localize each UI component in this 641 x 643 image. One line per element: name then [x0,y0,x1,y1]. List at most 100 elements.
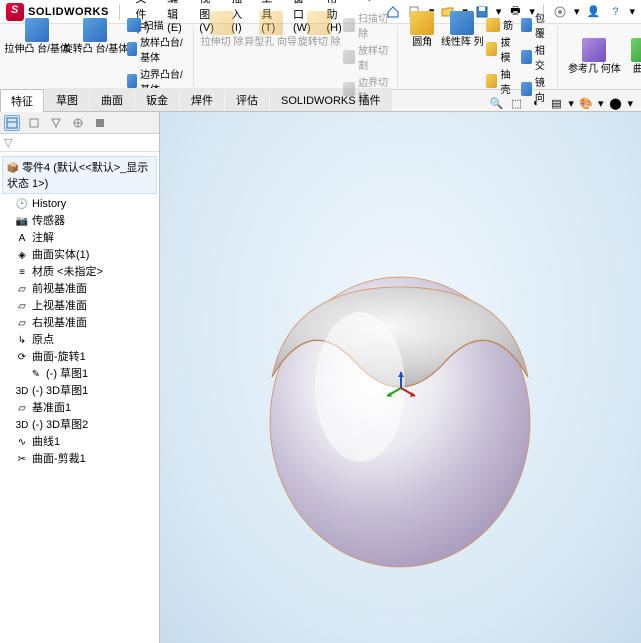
draft-button[interactable]: 拔模 [484,33,518,65]
tree-item[interactable]: A 注解 [2,230,157,247]
boss-stack: 扫描 放样凸台/基体 边界凸台/基体 [125,16,189,97]
tree-item-label: 右视基准面 [32,316,87,331]
3d-icon: 3D [16,420,28,432]
tab-surfaces[interactable]: 曲面 [90,88,134,111]
tree-item[interactable]: ◈曲面实体(1) [2,247,157,264]
fillet-icon [410,11,434,35]
cut-loft-icon [343,50,355,64]
extrude-boss-button[interactable]: 拉伸凸 台/基体 [8,16,66,97]
sweep-button[interactable]: 扫描 [125,16,189,33]
tree-item[interactable]: ↳原点 [2,332,157,349]
3d-icon: 3D [16,386,28,398]
zoom-fit-icon[interactable]: 🔍 [488,95,504,111]
mat-icon: ≡ [16,267,28,279]
group-features: 圆角 线性阵 列 筋 拔模 抽壳 包覆 相交 镜向 [400,26,558,87]
intersect-icon [521,50,532,64]
shell-button[interactable]: 抽壳 [484,65,518,97]
feature-tree-tab-icon[interactable] [4,115,20,131]
tree-item-label: 注解 [32,231,54,246]
main-area: ▽ 📦 零件4 (默认<<默认>_显示状态 1>) 🕑History 📷 传感器 A注… [0,112,641,643]
fillet-button[interactable]: 圆角 [404,9,440,105]
rib-button[interactable]: 筋 [484,16,518,33]
tree-item[interactable]: ▱ 基准面1 [2,400,157,417]
plane-icon: ▱ [16,318,28,330]
ribbon-right: 参考几 何体 曲线 Instant3D [560,26,641,87]
scene-icon[interactable]: ⬤ [607,95,623,111]
graphics-viewport[interactable] [160,112,641,643]
plane-icon: ▱ [16,284,28,296]
sensor-icon: 📷 [16,216,28,228]
loft-button[interactable]: 放样凸台/基体 [125,33,189,65]
ribbon: 拉伸凸 台/基体 旋转凸 台/基体 扫描 放样凸台/基体 边界凸台/基体 拉伸切… [0,24,641,90]
user-icon[interactable]: 👤 [585,4,601,20]
tree-item-label: 曲面-旋转1 [32,350,86,365]
revolve-icon [83,18,107,42]
group-cut: 拉伸切 除 异型孔 向导 旋转切 除 扫描切除 放样切割 边界切除 [196,26,398,87]
view-orientation-icon[interactable]: ⬚ [508,95,524,111]
plane-icon: ▱ [16,403,28,415]
section-view-icon[interactable]: ▤ [548,95,564,111]
tree-item[interactable]: ∿曲线1 [2,434,157,451]
feat-stack1: 筋 拔模 抽壳 [484,9,518,105]
display-tab-icon[interactable] [92,115,108,131]
tree-item[interactable]: 3D (-) 3D草图1 [2,383,157,400]
solidworks-icon [6,3,24,21]
part-icon: 📦 [7,163,19,175]
help-icon[interactable]: ? [607,4,623,20]
tree-item-label: 传感器 [32,214,65,229]
revolve-boss-button[interactable]: 旋转凸 台/基体 [66,16,124,97]
feature-tree: 📦 零件4 (默认<<默认>_显示状态 1>) 🕑History 📷 传感器 A 注解◈… [0,152,159,643]
tab-features[interactable]: 特征 [0,89,44,112]
curve-icon: ∿ [16,437,28,449]
tree-item[interactable]: ≡材质 <未指定> [2,264,157,281]
intersect-button[interactable]: 相交 [519,41,553,73]
tree-item-label: 基准面1 [32,401,71,416]
tab-sketch[interactable]: 草图 [45,88,89,111]
history-icon: 🕑 [16,199,28,211]
cut-loft-button: 放样切割 [341,41,393,73]
cut-extrude-button: 拉伸切 除 [200,9,244,105]
tree-item[interactable]: ▱上视基准面 [2,298,157,315]
hole-icon [259,11,283,35]
dimxpert-tab-icon[interactable] [70,115,86,131]
refgeo-icon [582,38,606,62]
tree-item-label: 曲面实体(1) [32,248,89,263]
tree-item[interactable]: ⟳ 曲面-旋转1 [2,349,157,366]
revolve-icon: ⟳ [16,352,28,364]
tree-item-label: (-) 3D草图1 [32,384,88,399]
wrap-icon [521,18,532,32]
tree-item[interactable]: ✎(-) 草图1 [2,366,157,383]
options-icon[interactable] [552,4,568,20]
ref-geometry-button[interactable]: 参考几 何体 [564,36,625,77]
tab-sheetmetal[interactable]: 钣金 [135,88,179,111]
group-ref: 参考几 何体 曲线 [560,26,641,87]
cut-sweep-icon [343,18,355,32]
tree-item[interactable]: ▱ 右视基准面 [2,315,157,332]
feature-manager: ▽ 📦 零件4 (默认<<默认>_显示状态 1>) 🕑History 📷 传感器 A注… [0,112,160,643]
cut-stack: 扫描切除 放样切割 边界切除 [341,9,393,105]
property-tab-icon[interactable] [26,115,42,131]
hole-wizard-button: 异型孔 向导 [244,9,297,105]
rib-icon [486,18,500,32]
filter-icon[interactable]: ▽ [4,137,12,149]
trim-icon: ✂ [16,454,28,466]
tree-root[interactable]: 📦 零件4 (默认<<默认>_显示状态 1>) [2,156,157,194]
display-style-icon[interactable]: ◐ [528,95,544,111]
curves-button[interactable]: 曲线 [625,36,641,77]
cut-revolve-icon [307,11,331,35]
tree-item[interactable]: 3D(-) 3D草图2 [2,417,157,434]
tree-item[interactable]: ✂ 曲面-剪裁1 [2,451,157,468]
origin-icon: ↳ [16,335,28,347]
wrap-button[interactable]: 包覆 [519,9,553,41]
tree-item-label: 曲面-剪裁1 [32,452,86,467]
linear-pattern-button[interactable]: 线性阵 列 [440,9,484,105]
tree-item[interactable]: 🕑History [2,196,157,213]
annot-icon: A [16,233,28,245]
appearance-icon[interactable]: 🎨 [578,95,594,111]
feat-stack2: 包覆 相交 镜向 [519,9,553,105]
tree-item[interactable]: 📷 传感器 [2,213,157,230]
cut-sweep-button: 扫描切除 [341,9,393,41]
config-tab-icon[interactable] [48,115,64,131]
sweep-icon [127,18,141,32]
tree-item[interactable]: ▱前视基准面 [2,281,157,298]
